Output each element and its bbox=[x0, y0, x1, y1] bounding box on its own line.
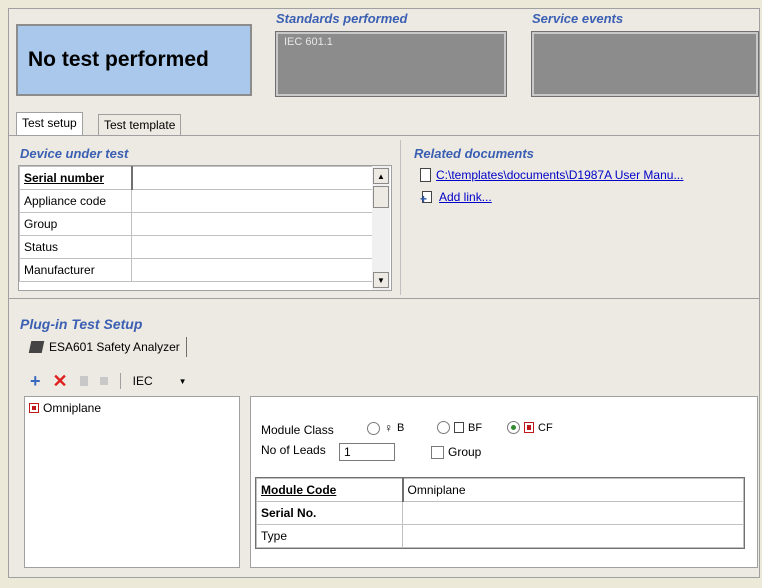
serial-number-label: Serial number bbox=[19, 166, 133, 190]
standards-title: Standards performed bbox=[276, 11, 408, 26]
add-icon[interactable]: + bbox=[30, 371, 41, 392]
add-link[interactable]: Add link... bbox=[439, 190, 492, 204]
serial-no-field[interactable] bbox=[402, 501, 744, 525]
table-row: Group bbox=[19, 212, 375, 236]
tree-item[interactable]: Omniplane bbox=[25, 397, 239, 419]
tab-esa601[interactable]: ESA601 Safety Analyzer bbox=[24, 337, 187, 357]
status-label: Status bbox=[19, 235, 132, 259]
standard-dropdown[interactable]: IEC bbox=[133, 374, 153, 388]
group-field[interactable] bbox=[131, 212, 375, 236]
bf-symbol-icon bbox=[454, 422, 464, 433]
table-row: Serial No. bbox=[256, 501, 744, 525]
manufacturer-field[interactable] bbox=[131, 258, 375, 282]
scroll-thumb[interactable] bbox=[373, 186, 389, 208]
appliance-code-label: Appliance code bbox=[19, 189, 132, 213]
table-row: Type bbox=[256, 524, 744, 548]
leads-input[interactable]: 1 bbox=[339, 443, 395, 461]
plugin-toolbar: + ✕ IEC ▼ bbox=[30, 371, 187, 391]
table-row: Appliance code bbox=[19, 189, 375, 213]
device-grid: Serial number Appliance code Group Statu… bbox=[18, 165, 392, 291]
tab-test-template[interactable]: Test template bbox=[98, 114, 182, 135]
document-link[interactable]: C:\templates\documents\D1987A User Manu.… bbox=[436, 168, 683, 182]
add-link-row[interactable]: + Add link... bbox=[420, 190, 492, 205]
tab-divider bbox=[8, 135, 760, 136]
tab-test-setup[interactable]: Test setup bbox=[16, 112, 83, 135]
class-cf-option[interactable]: CF bbox=[507, 421, 553, 434]
table-row: Module Code Omniplane bbox=[256, 478, 744, 502]
plugin-title: Plug-in Test Setup bbox=[20, 316, 143, 332]
type-label: Type bbox=[256, 524, 403, 548]
table-row: Status bbox=[19, 235, 375, 259]
class-cf-radio[interactable] bbox=[507, 421, 520, 434]
analyzer-icon bbox=[28, 341, 45, 353]
class-b-option[interactable]: ♀ B bbox=[367, 421, 404, 435]
service-events-list[interactable] bbox=[531, 31, 759, 97]
module-tree[interactable]: Omniplane bbox=[24, 396, 240, 568]
type-field[interactable] bbox=[402, 524, 744, 548]
table-row: Serial number bbox=[19, 166, 375, 190]
plugin-divider bbox=[8, 298, 760, 299]
module-class-label: Module Class bbox=[261, 423, 334, 437]
group-label: Group bbox=[19, 212, 132, 236]
scroll-up-icon[interactable]: ▲ bbox=[373, 168, 389, 184]
related-docs-title: Related documents bbox=[414, 146, 534, 161]
serial-no-label: Serial No. bbox=[256, 501, 403, 525]
module-icon bbox=[29, 403, 39, 413]
document-link-row[interactable]: C:\templates\documents\D1987A User Manu.… bbox=[420, 168, 683, 182]
module-code-field[interactable]: Omniplane bbox=[402, 478, 744, 502]
document-icon bbox=[420, 168, 431, 182]
class-b-radio[interactable] bbox=[367, 421, 380, 435]
serial-number-field[interactable] bbox=[131, 166, 375, 190]
device-title: Device under test bbox=[20, 146, 129, 161]
cf-symbol-icon bbox=[524, 422, 534, 433]
service-events-title: Service events bbox=[532, 11, 624, 26]
class-bf-option[interactable]: BF bbox=[437, 421, 482, 434]
manufacturer-label: Manufacturer bbox=[19, 258, 132, 282]
move-up-icon[interactable] bbox=[79, 376, 88, 386]
section-divider bbox=[400, 140, 401, 295]
leads-label: No of Leads bbox=[261, 443, 326, 457]
module-table: Module Code Omniplane Serial No. Type bbox=[255, 477, 745, 549]
table-row: Manufacturer bbox=[19, 258, 375, 282]
device-scrollbar[interactable]: ▲ ▼ bbox=[372, 166, 390, 290]
person-icon: ♀ bbox=[384, 421, 393, 435]
status-field[interactable] bbox=[131, 235, 375, 259]
dropdown-arrow-icon[interactable]: ▼ bbox=[179, 377, 187, 386]
add-link-icon: + bbox=[420, 190, 434, 205]
group-option[interactable]: Group bbox=[431, 445, 481, 459]
module-properties: Module Class ♀ B BF CF No of Leads 1 Gro… bbox=[250, 396, 758, 568]
appliance-code-field[interactable] bbox=[131, 189, 375, 213]
test-status-text: No test performed bbox=[28, 48, 209, 71]
delete-icon[interactable]: ✕ bbox=[53, 371, 68, 392]
move-down-icon[interactable] bbox=[99, 377, 108, 385]
test-status-box: No test performed bbox=[16, 24, 252, 96]
standards-list[interactable]: IEC 601.1 bbox=[275, 31, 507, 97]
scroll-down-icon[interactable]: ▼ bbox=[373, 272, 389, 288]
module-code-label: Module Code bbox=[256, 478, 404, 502]
group-checkbox[interactable] bbox=[431, 445, 444, 459]
standard-item: IEC 601.1 bbox=[284, 36, 333, 48]
class-bf-radio[interactable] bbox=[437, 421, 450, 434]
toolbar-separator bbox=[119, 373, 121, 389]
